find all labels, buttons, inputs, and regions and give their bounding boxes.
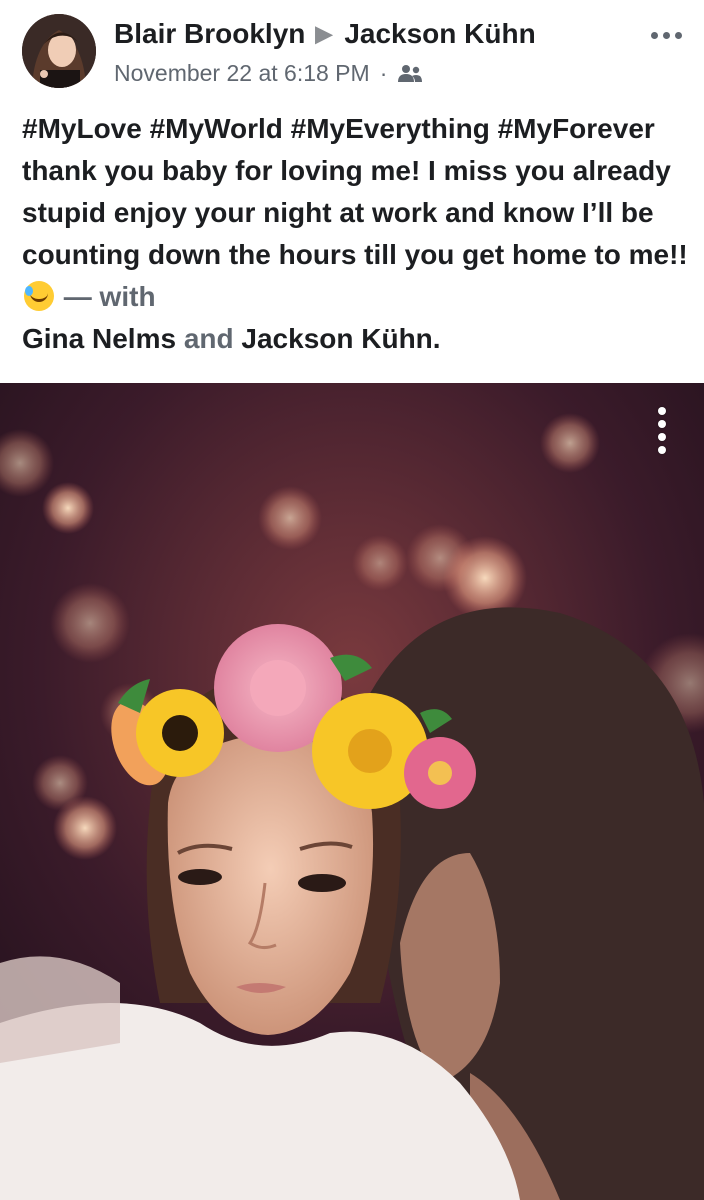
post-text: #MyLove #MyWorld #MyEverything #MyForeve…: [22, 113, 688, 270]
separator-dot: ·: [379, 60, 388, 86]
with-label: — with: [63, 281, 156, 312]
post-header: Blair Brooklyn ▶ Jackson Kühn November 22 …: [0, 0, 704, 100]
more-vertical-icon[interactable]: [658, 407, 666, 454]
more-horizontal-icon[interactable]: [651, 32, 682, 39]
post-body: #MyLove #MyWorld #MyEverything #MyForeve…: [22, 108, 694, 360]
post-timestamp[interactable]: November 22 at 6:18 PM: [114, 60, 370, 87]
arrow-right-icon: ▶: [315, 21, 333, 46]
friends-icon: [398, 64, 423, 82]
recipient-name[interactable]: Jackson Kühn: [344, 18, 535, 49]
author-line: Blair Brooklyn ▶ Jackson Kühn: [114, 18, 536, 50]
tagged-friend-2[interactable]: Jackson Kühn: [241, 323, 432, 354]
and-label: and: [183, 323, 234, 354]
period: .: [432, 323, 441, 354]
author-name[interactable]: Blair Brooklyn: [114, 18, 305, 49]
post-meta: November 22 at 6:18 PM ·: [114, 60, 423, 87]
tagged-friend-1[interactable]: Gina Nelms: [22, 323, 176, 354]
post-photo[interactable]: [0, 383, 704, 1200]
author-avatar[interactable]: [22, 14, 96, 88]
rolling-laughing-emoji: [24, 281, 54, 311]
